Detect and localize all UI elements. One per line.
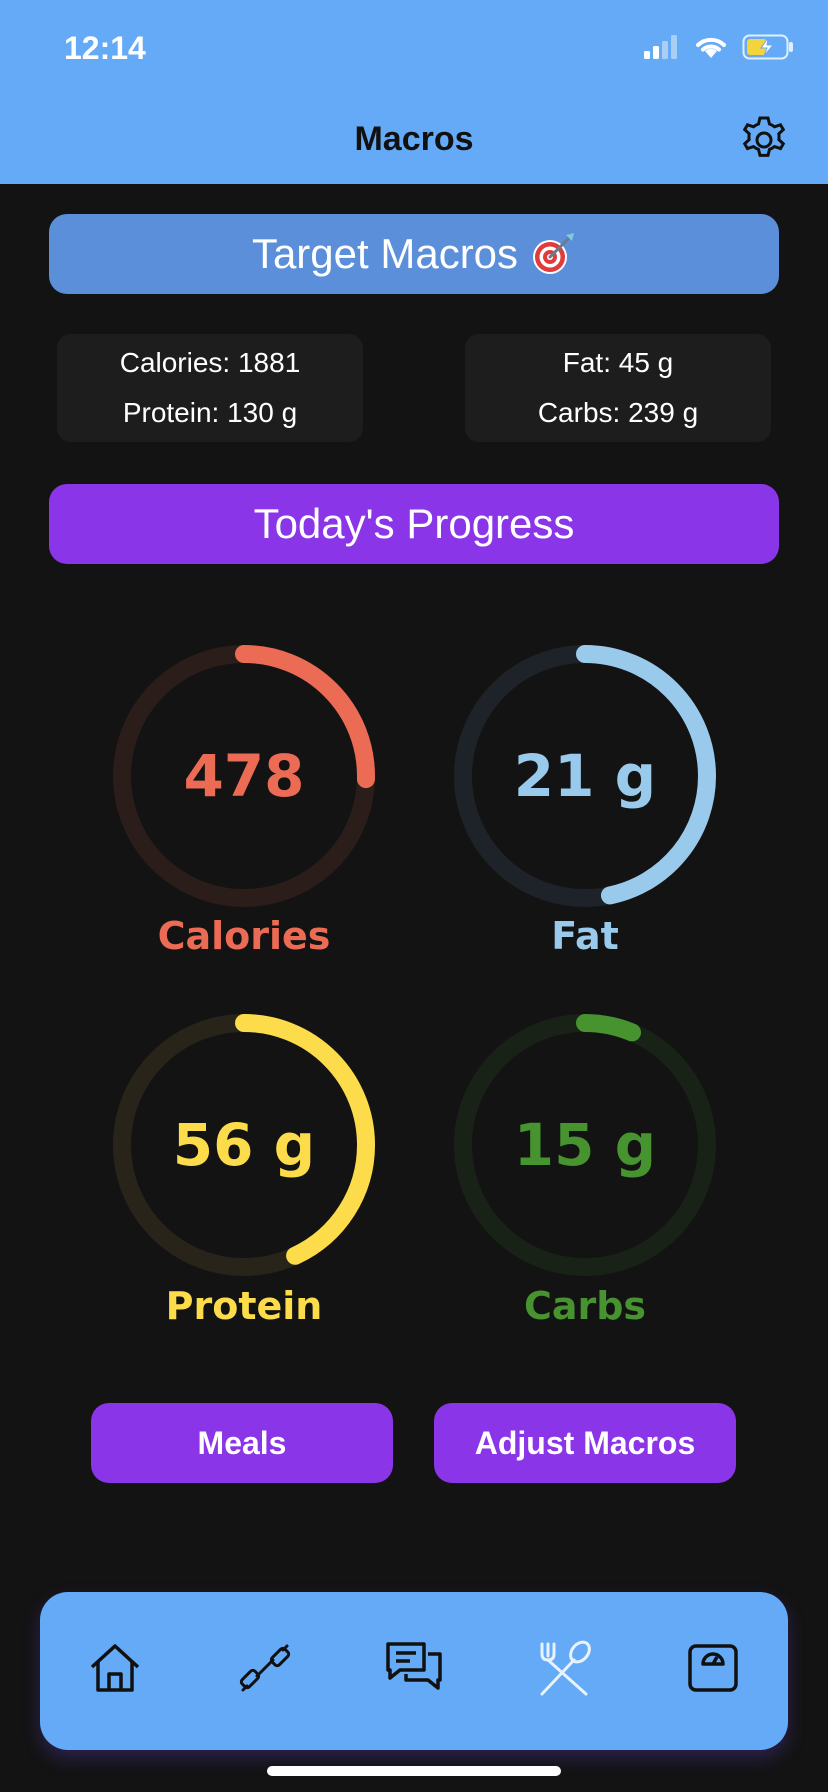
target-carbs: Carbs: 239 g [537, 397, 699, 428]
bottom-tab-bar [40, 1592, 788, 1750]
carbs-ring: 15 g [445, 1005, 725, 1285]
tab-chat[interactable] [374, 1630, 454, 1710]
scale-icon [685, 1640, 741, 1701]
protein-ring: 56 g [104, 1005, 384, 1285]
page-title: Macros [354, 120, 474, 158]
target-calories: Calories: 1881 [119, 347, 301, 378]
chat-icon [384, 1638, 444, 1703]
tab-home[interactable] [75, 1630, 155, 1710]
fat-value: 21 g [513, 742, 657, 810]
target-box-left: Calories: 1881 Protein: 130 g [57, 334, 363, 442]
top-bar: 12:14 Macros [0, 0, 828, 184]
tab-workouts[interactable] [225, 1630, 305, 1710]
status-time: 12:14 [64, 30, 146, 66]
signal-icon [644, 35, 680, 64]
battery-icon [742, 34, 794, 65]
todays-progress-title: Today's Progress [253, 500, 575, 547]
target-fat: Fat: 45 g [562, 347, 674, 378]
tab-nutrition[interactable] [524, 1630, 604, 1710]
meals-button[interactable]: Meals [91, 1403, 393, 1483]
home-icon [87, 1640, 143, 1701]
calories-label: Calories [157, 914, 331, 958]
carbs-label: Carbs [523, 1284, 647, 1328]
home-indicator [267, 1766, 561, 1776]
wifi-icon [694, 34, 728, 65]
adjust-macros-button[interactable]: Adjust Macros [434, 1403, 736, 1483]
calories-value: 478 [183, 742, 305, 810]
todays-progress-header: Today's Progress [49, 484, 779, 564]
calories-ring: 478 [104, 636, 384, 916]
tab-weight[interactable] [673, 1630, 753, 1710]
status-icons [644, 34, 794, 65]
target-box-right: Fat: 45 g Carbs: 239 g [465, 334, 771, 442]
target-macros-header: Target Macros [49, 214, 779, 294]
protein-label: Protein [165, 1284, 323, 1328]
settings-gear-icon[interactable] [738, 112, 790, 164]
target-protein: Protein: 130 g [122, 397, 298, 428]
fat-label: Fat [551, 914, 619, 958]
fat-ring: 21 g [445, 636, 725, 916]
target-emoji-icon [530, 231, 576, 277]
fork-spoon-icon [534, 1638, 594, 1703]
carbs-value: 15 g [513, 1111, 657, 1179]
protein-value: 56 g [172, 1111, 316, 1179]
target-macros-title: Target Macros [251, 230, 519, 277]
dumbbell-icon [237, 1640, 293, 1701]
